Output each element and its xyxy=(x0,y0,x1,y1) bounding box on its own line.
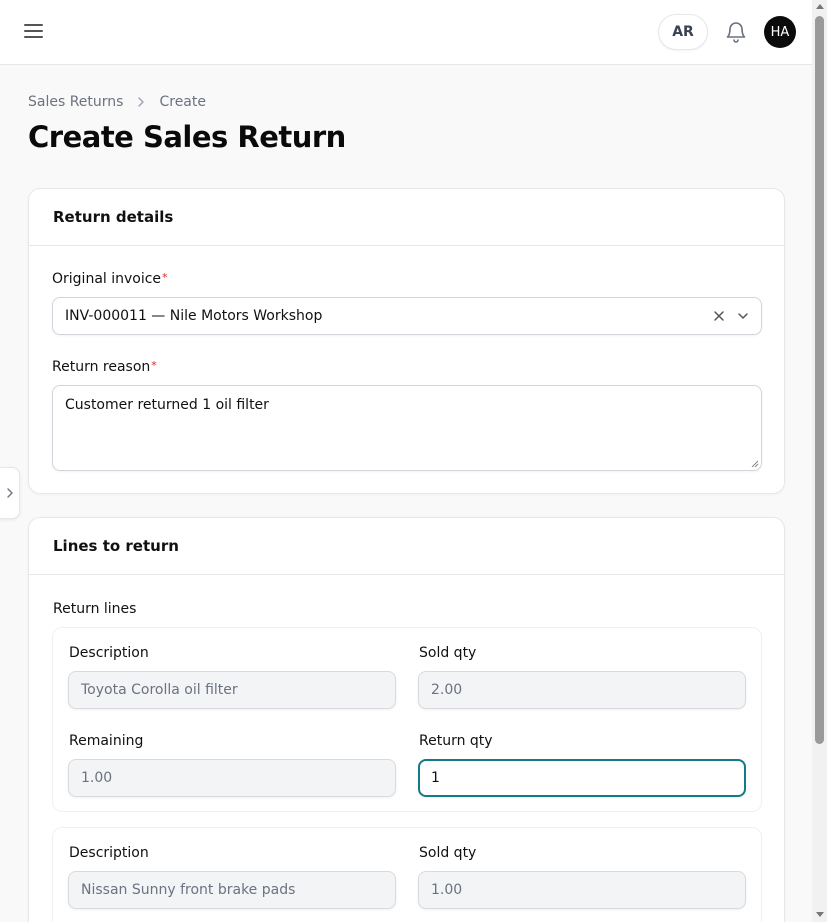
invoice-select-value: INV-000011 — Nile Motors Workshop xyxy=(65,308,323,324)
invoice-label-text: Original invoice xyxy=(52,271,162,287)
description-label: Description xyxy=(69,645,149,661)
bell-icon[interactable] xyxy=(724,20,748,44)
return-line-item: Description Sold qty Toyota Corolla oil … xyxy=(52,627,762,812)
clear-icon[interactable] xyxy=(711,308,727,324)
required-marker: * xyxy=(162,271,168,284)
breadcrumb: Sales Returns Create xyxy=(28,94,206,110)
invoice-label: Original invoice* xyxy=(52,271,168,287)
card-title: Return details xyxy=(29,189,784,246)
description-field: Nissan Sunny front brake pads xyxy=(68,871,396,909)
description-field: Toyota Corolla oil filter xyxy=(68,671,396,709)
required-marker: * xyxy=(151,359,157,372)
breadcrumb-parent-link[interactable]: Sales Returns xyxy=(28,94,123,110)
return-reason-textarea[interactable]: Customer returned 1 oil filter xyxy=(52,385,762,471)
sold-qty-field: 1.00 xyxy=(418,871,746,909)
sold-qty-label: Sold qty xyxy=(419,645,477,661)
card-title: Lines to return xyxy=(29,518,784,575)
top-bar: AR HA xyxy=(0,0,812,65)
sold-qty-label: Sold qty xyxy=(419,845,477,861)
description-label: Description xyxy=(69,845,149,861)
return-line-item: Description Sold qty Nissan Sunny front … xyxy=(52,827,762,922)
chevron-down-icon[interactable] xyxy=(735,308,751,324)
reason-textarea-value: Customer returned 1 oil filter xyxy=(65,397,269,413)
return-qty-label: Return qty xyxy=(419,733,493,749)
language-toggle-button[interactable]: AR xyxy=(658,14,708,50)
page-title: Create Sales Return xyxy=(28,120,346,154)
resize-handle-icon[interactable] xyxy=(751,460,759,468)
chevron-right-icon xyxy=(138,97,145,107)
remaining-field: 1.00 xyxy=(68,759,396,797)
original-invoice-select[interactable]: INV-000011 — Nile Motors Workshop xyxy=(52,297,762,335)
return-details-card: Return details Original invoice* INV-000… xyxy=(28,188,785,494)
sold-qty-field: 2.00 xyxy=(418,671,746,709)
scroll-up-arrow[interactable] xyxy=(816,4,824,9)
menu-icon[interactable] xyxy=(24,24,44,40)
reason-label-text: Return reason xyxy=(52,359,151,375)
reason-label: Return reason* xyxy=(52,359,157,375)
scroll-down-arrow[interactable] xyxy=(816,912,824,917)
breadcrumb-current: Create xyxy=(159,94,206,110)
user-avatar[interactable]: HA xyxy=(764,16,796,48)
return-lines-heading: Return lines xyxy=(53,601,137,617)
chevron-right-icon xyxy=(6,488,13,498)
page-scrollbar[interactable] xyxy=(812,0,827,922)
sidebar-expand-button[interactable] xyxy=(0,467,20,519)
scroll-thumb[interactable] xyxy=(815,16,824,744)
remaining-label: Remaining xyxy=(69,733,144,749)
lines-to-return-card: Lines to return Return lines Description… xyxy=(28,517,785,922)
return-qty-input[interactable]: 1 xyxy=(418,759,746,797)
